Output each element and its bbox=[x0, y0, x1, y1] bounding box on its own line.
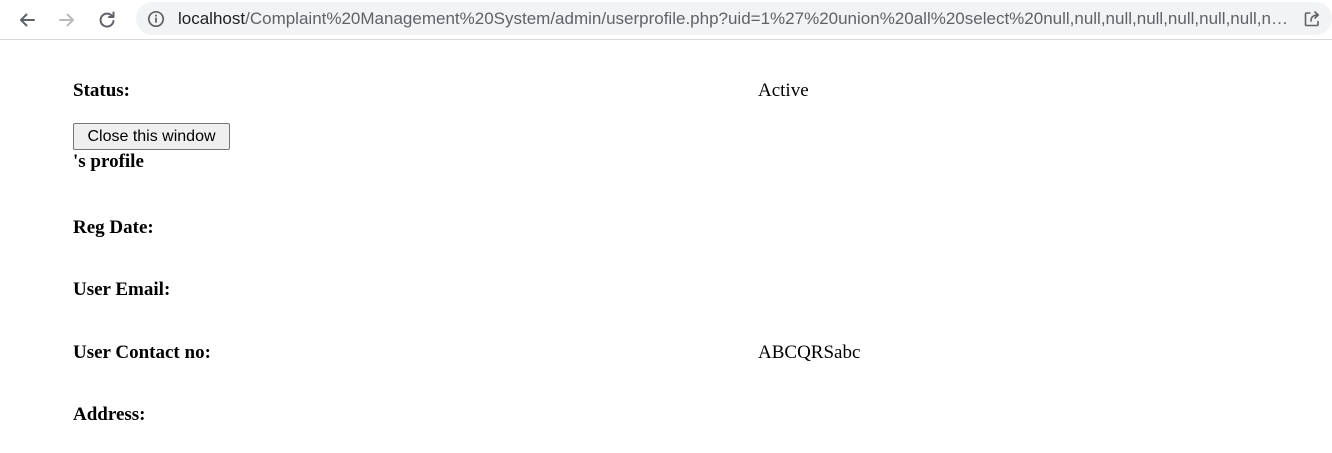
status-label: Status: bbox=[73, 80, 131, 101]
info-circle-icon[interactable] bbox=[146, 9, 166, 29]
forward-icon[interactable] bbox=[53, 6, 81, 34]
user-email-label: User Email: bbox=[73, 279, 171, 300]
reg-date-label: Reg Date: bbox=[73, 217, 154, 238]
share-icon[interactable] bbox=[1302, 9, 1322, 29]
user-contact-value: ABCQRSabc bbox=[758, 342, 861, 363]
status-value: Active bbox=[758, 80, 809, 101]
address-label: Address: bbox=[73, 404, 146, 425]
address-bar[interactable]: localhost/Complaint%20Management%20Syste… bbox=[136, 2, 1332, 35]
browser-toolbar: localhost/Complaint%20Management%20Syste… bbox=[0, 0, 1332, 40]
back-icon[interactable] bbox=[13, 6, 41, 34]
profile-heading: 's profile bbox=[73, 151, 144, 172]
url-host: localhost bbox=[178, 9, 246, 28]
url-input[interactable]: localhost/Complaint%20Management%20Syste… bbox=[178, 2, 1288, 35]
url-path: /Complaint%20Management%20System/admin/u… bbox=[245, 9, 1288, 28]
close-window-button[interactable]: Close this window bbox=[73, 123, 230, 150]
page-content: Status: Active Close this window 's prof… bbox=[0, 41, 1332, 453]
user-contact-label: User Contact no: bbox=[73, 342, 211, 363]
reload-icon[interactable] bbox=[93, 6, 121, 34]
